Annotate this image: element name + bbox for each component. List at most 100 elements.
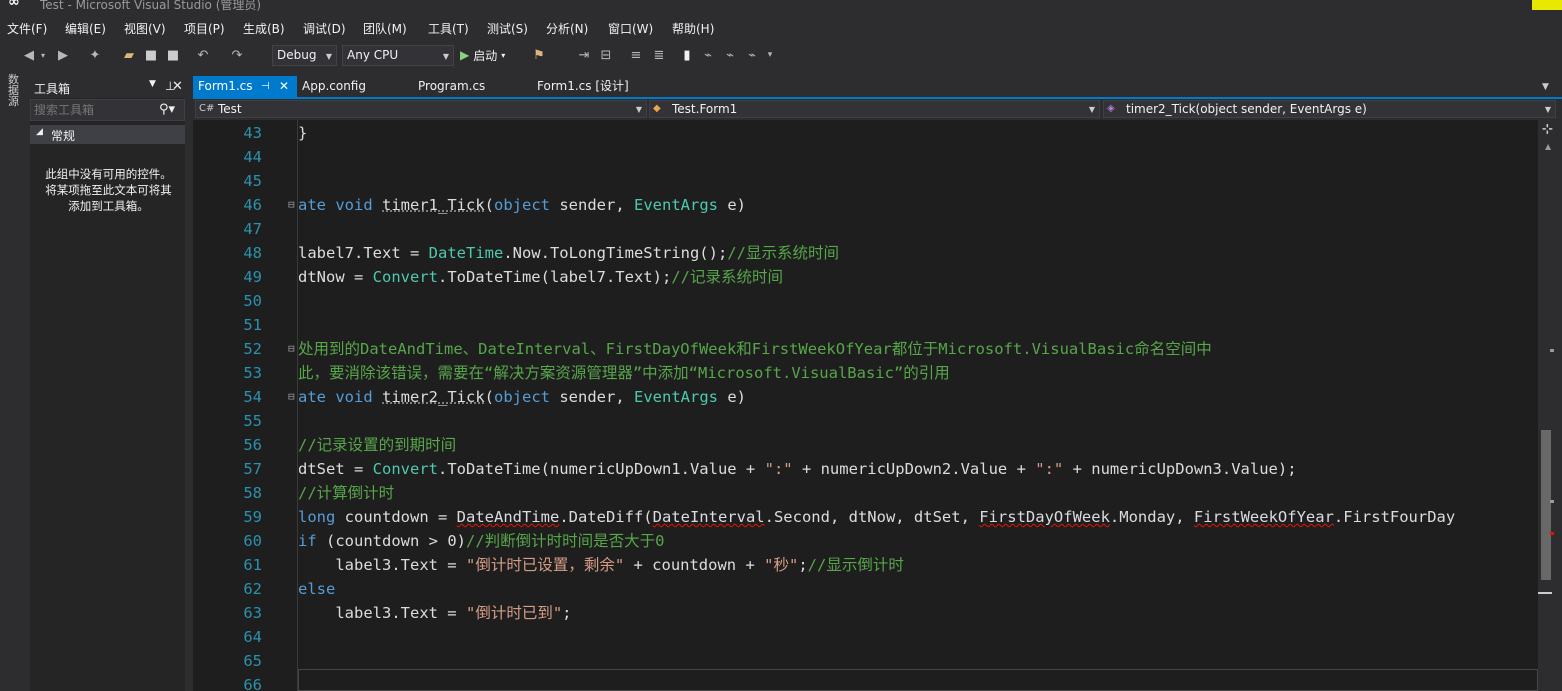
back-dropdown-icon[interactable]: ▾ (38, 45, 48, 65)
redo-icon[interactable]: ↷ (228, 45, 246, 65)
project-dropdown[interactable]: C# Test ▼ (195, 100, 647, 118)
menu-project[interactable]: 项目(P) (184, 20, 225, 37)
visual-studio-logo-icon: ∞ (8, 0, 20, 10)
uncomment-icon[interactable]: ≣ (650, 45, 668, 65)
code-text: dtSet = Convert.ToDateTime(numericUpDown… (298, 460, 1297, 478)
step-icon[interactable]: ⇥ (575, 45, 593, 65)
line-number: 46 (243, 196, 262, 214)
solution-config-select[interactable]: Debug ▼ (272, 45, 337, 66)
document-tabs: Form1.cs ⊣ ✕ App.config Program.cs Form1… (193, 76, 1562, 97)
code-line: 50 (212, 289, 1538, 313)
back-icon[interactable]: ◀ (20, 45, 38, 65)
fold-toggle-icon[interactable]: ⊟ (288, 337, 295, 361)
comment-icon[interactable]: ≡ (627, 45, 645, 65)
start-debug-button[interactable]: ▶ 启动 ▾ (460, 45, 520, 65)
code-text: else (298, 580, 336, 598)
new-project-icon[interactable]: ✦ (86, 45, 104, 65)
code-line: 49 dtNow = Convert.ToDateTime(label7.Text… (212, 265, 1538, 289)
menu-test[interactable]: 测试(S) (487, 20, 528, 37)
menu-build[interactable]: 生成(B) (243, 20, 285, 37)
save-icon[interactable]: ■ (143, 45, 159, 65)
line-number: 62 (243, 580, 262, 598)
member-value: timer2_Tick(object sender, EventArgs e) (1126, 102, 1367, 116)
start-label: 启动 (473, 48, 498, 63)
tab-form1-designer[interactable]: Form1.cs [设计] (532, 76, 662, 97)
scroll-marker (1550, 500, 1554, 503)
pin-icon[interactable]: ⊣ (261, 76, 270, 97)
code-text: label3.Text = "倒计时已设置，剩余" + countdown + … (298, 556, 904, 574)
fold-toggle-icon[interactable]: ⊟ (288, 193, 295, 217)
toolbox-group-general[interactable]: ◢ 常规 (30, 125, 185, 144)
code-text: dtNow = Convert.ToDateTime(label7.Text);… (298, 268, 783, 286)
tab-overflow-icon[interactable]: ▼ (1542, 82, 1549, 92)
tab-form1-cs[interactable]: Form1.cs ⊣ ✕ (193, 76, 297, 97)
line-number: 52 (243, 340, 262, 358)
line-number: 61 (243, 556, 262, 574)
menu-team[interactable]: 团队(M) (363, 20, 407, 37)
caret-position-marker (1538, 592, 1552, 594)
fold-toggle-icon[interactable]: ⊟ (288, 385, 295, 409)
toolbox-panel: 工具箱 ▼ ⊥ ✕ ⚲▾ ◢ 常规 此组中没有可用的控件。 将某项拖至此文本可将… (30, 76, 185, 691)
error-marker (1550, 532, 1554, 535)
chevron-down-icon: ▼ (325, 52, 332, 61)
scroll-up-icon[interactable]: ▲ (1545, 142, 1551, 151)
toolbox-search-input[interactable] (34, 102, 154, 118)
scrollbar-thumb[interactable] (1541, 430, 1551, 580)
menu-edit[interactable]: 编辑(E) (65, 20, 106, 37)
line-number: 48 (243, 244, 262, 262)
menu-tools[interactable]: 工具(T) (428, 20, 469, 37)
tab-program-cs[interactable]: Program.cs (413, 76, 523, 97)
code-text: label7.Text = DateTime.Now.ToLongTimeStr… (298, 244, 839, 262)
line-number: 54 (243, 388, 262, 406)
line-number: 55 (243, 412, 262, 430)
empty-msg-line: 此组中没有可用的控件。 (45, 167, 172, 181)
notification-flag (1532, 0, 1562, 10)
solution-explorer-icon[interactable]: ⊟ (597, 45, 615, 65)
code-text: long countdown = DateAndTime.DateDiff(Da… (298, 508, 1456, 526)
bookmark-icon[interactable]: ▮ (679, 45, 695, 65)
undo-icon[interactable]: ↶ (194, 45, 212, 65)
vertical-scrollbar[interactable]: ⊹ ▲ (1538, 120, 1562, 691)
code-line: 64 (212, 625, 1538, 649)
window-title: Test - Microsoft Visual Studio (管理员) (40, 0, 262, 12)
code-line: 57 dtSet = Convert.ToDateTime(numericUpDo… (212, 457, 1538, 481)
class-dropdown[interactable]: ◆ Test.Form1 ▼ (649, 100, 1100, 118)
line-number: 59 (243, 508, 262, 526)
menu-view[interactable]: 视图(V) (124, 20, 166, 37)
line-number: 65 (243, 652, 262, 670)
csharp-project-icon: C# (199, 103, 215, 114)
code-text: 处用到的DateAndTime、DateInterval、FirstDayOfW… (298, 340, 1212, 358)
member-dropdown[interactable]: ◈ timer2_Tick(object sender, EventArgs e)… (1103, 100, 1556, 118)
data-sources-tab[interactable]: 数据源 (8, 74, 20, 107)
code-line: 51 (212, 313, 1538, 337)
search-icon[interactable]: ⚲▾ (159, 102, 175, 117)
forward-icon[interactable]: ▶ (54, 45, 72, 65)
chevron-down-icon: ▾ (501, 50, 506, 60)
split-window-icon[interactable]: ⊹ (1542, 122, 1553, 137)
current-line-highlight (298, 669, 1538, 691)
save-all-icon[interactable]: ■ (165, 45, 181, 65)
menu-analyze[interactable]: 分析(N) (546, 20, 588, 37)
menu-help[interactable]: 帮助(H) (672, 20, 714, 37)
tab-app-config[interactable]: App.config (297, 76, 407, 97)
code-editor[interactable]: 43} 44 45 46 ⊟ ate void timer1_Tick(object… (212, 120, 1538, 691)
next-bookmark-icon[interactable]: ⌁ (722, 45, 738, 65)
close-icon[interactable]: ✕ (279, 76, 289, 97)
code-line: 45 (212, 169, 1538, 193)
open-file-icon[interactable]: ▰ (120, 45, 138, 65)
menu-file[interactable]: 文件(F) (7, 20, 47, 37)
menu-window[interactable]: 窗口(W) (608, 20, 653, 37)
navigation-bar: C# Test ▼ ◆ Test.Form1 ▼ ◈ timer2_Tick(object… (193, 99, 1562, 119)
line-number: 53 (243, 364, 262, 382)
toolbar-overflow-icon[interactable]: ▾ (765, 45, 775, 65)
close-icon[interactable]: ✕ (172, 79, 183, 94)
toolbox-group-label: 常规 (51, 129, 76, 143)
solution-platform-select[interactable]: Any CPU ▼ (342, 45, 454, 66)
dropdown-icon[interactable]: ▼ (149, 79, 156, 89)
find-in-files-icon[interactable]: ⚑ (530, 45, 548, 65)
line-number: 66 (243, 676, 262, 691)
menu-debug[interactable]: 调试(D) (303, 20, 346, 37)
empty-msg-line: 添加到工具箱。 (68, 199, 149, 213)
prev-bookmark-icon[interactable]: ⌁ (700, 45, 716, 65)
clear-bookmarks-icon[interactable]: ⌁ (744, 45, 760, 65)
